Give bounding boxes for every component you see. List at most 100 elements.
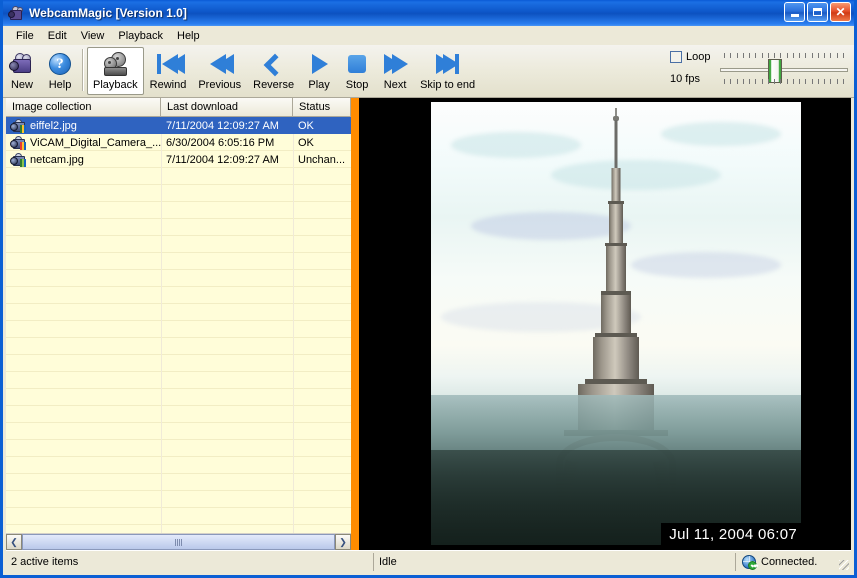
chevron-left-icon[interactable]: ❮: [6, 534, 22, 550]
toolbar-label-skip-to-end: Skip to end: [420, 79, 476, 91]
toolbar-separator-1: [82, 49, 84, 91]
toolbar-button-stop[interactable]: Stop: [338, 47, 376, 95]
skip-to-end-icon: [435, 51, 461, 77]
loop-checkbox[interactable]: [670, 51, 682, 63]
image-collection-list: Image collection Last download Status ei…: [6, 98, 351, 550]
scrollbar-thumb[interactable]: [22, 534, 335, 550]
toolbar-button-playback[interactable]: Playback: [87, 47, 144, 95]
row-status-cell: OK: [298, 136, 314, 149]
toolbar-button-new[interactable]: New: [3, 47, 41, 95]
pane-splitter[interactable]: [351, 98, 359, 550]
app-camcorder-icon: [8, 5, 24, 21]
toolbar-button-rewind[interactable]: Rewind: [144, 47, 193, 95]
toolbar-button-previous[interactable]: Previous: [192, 47, 247, 95]
toolbar-label-next: Next: [383, 79, 407, 91]
playback-options: Loop 10 fps: [648, 49, 848, 95]
menu-item-file[interactable]: File: [9, 28, 41, 44]
title-bar: WebcamMagic [Version 1.0] ✕: [3, 0, 854, 26]
reverse-icon: [261, 51, 287, 77]
toolbar-label-stop: Stop: [345, 79, 369, 91]
toolbar-button-skip-to-end[interactable]: Skip to end: [414, 47, 481, 95]
minimize-icon: [790, 14, 799, 17]
status-active-items: 2 active items: [6, 552, 374, 571]
menu-bar: File Edit View Playback Help: [3, 26, 854, 45]
row-name-cell: netcam.jpg: [6, 152, 161, 167]
menu-item-help[interactable]: Help: [170, 28, 207, 44]
fps-slider[interactable]: [718, 49, 848, 93]
timestamp-overlay: Jul 11, 2004 06:07: [661, 523, 801, 545]
toolbar-button-next[interactable]: Next: [376, 47, 414, 95]
toolbar-label-new: New: [10, 79, 33, 91]
fps-label: 10 fps: [670, 73, 700, 85]
webcam-item-icon: [10, 135, 26, 150]
slider-ticks-bottom: [724, 79, 844, 85]
loop-checkbox-row[interactable]: Loop: [670, 51, 710, 63]
table-row[interactable]: netcam.jpg 7/11/2004 12:09:27 AM Unchan.…: [6, 151, 351, 168]
list-rows: eiffel2.jpg 7/11/2004 12:09:27 AM OK ViC…: [6, 117, 351, 168]
previous-icon: [207, 51, 234, 77]
list-header: Image collection Last download Status: [6, 98, 351, 117]
list-horizontal-scrollbar[interactable]: ❮ ❯: [6, 533, 351, 550]
play-icon: [306, 51, 332, 77]
toolbar-button-play[interactable]: Play: [300, 47, 338, 95]
loop-label: Loop: [686, 51, 711, 63]
row-status-cell: OK: [298, 119, 314, 132]
list-body[interactable]: eiffel2.jpg 7/11/2004 12:09:27 AM OK ViC…: [6, 117, 351, 533]
timestamp-text: Jul 11, 2004 06:07: [669, 525, 797, 543]
status-state: Idle: [374, 552, 736, 571]
toolbar-label-playback: Playback: [93, 79, 138, 91]
status-connection: Connected.: [736, 553, 851, 571]
webcam-item-icon: [10, 152, 26, 167]
row-last-download-cell: 7/11/2004 12:09:27 AM: [166, 153, 279, 166]
maximize-button[interactable]: [807, 2, 828, 22]
slider-ticks-top: [724, 52, 844, 58]
toolbar-label-play: Play: [308, 79, 330, 91]
row-status-cell: Unchan...: [298, 153, 346, 166]
column-header-last-download[interactable]: Last download: [161, 98, 293, 116]
column-header-status[interactable]: Status: [293, 98, 351, 116]
rewind-icon: [155, 51, 185, 77]
close-icon: ✕: [835, 5, 846, 19]
row-last-download-cell: 6/30/2004 6:05:16 PM: [166, 136, 275, 149]
main-content: Image collection Last download Status ei…: [6, 98, 851, 550]
maximize-icon: [813, 8, 822, 16]
toolbar-button-help[interactable]: ? Help: [41, 47, 79, 95]
table-row[interactable]: eiffel2.jpg 7/11/2004 12:09:27 AM OK: [6, 117, 351, 134]
toolbar-label-rewind: Rewind: [149, 79, 187, 91]
slider-track[interactable]: [720, 68, 848, 72]
menu-item-view[interactable]: View: [74, 28, 112, 44]
toolbar-button-reverse[interactable]: Reverse: [247, 47, 300, 95]
row-name-text: netcam.jpg: [30, 153, 84, 166]
toolbar: New ? Help Playback Rewind Previous Reve…: [3, 45, 854, 98]
table-row[interactable]: ViCAM_Digital_Camera_... 6/30/2004 6:05:…: [6, 134, 351, 151]
row-name-cell: ViCAM_Digital_Camera_...: [6, 135, 161, 150]
globe-check-icon: [742, 554, 757, 570]
webcam-photo: Jul 11, 2004 06:07: [431, 102, 801, 545]
toolbar-label-previous: Previous: [198, 79, 242, 91]
close-button[interactable]: ✕: [830, 2, 851, 22]
toolbar-label-help: Help: [48, 79, 72, 91]
resize-grip-icon[interactable]: [839, 560, 849, 570]
minimize-button[interactable]: [784, 2, 805, 22]
webcam-item-icon: [10, 118, 26, 133]
chevron-right-icon[interactable]: ❯: [335, 534, 351, 550]
status-bar: 2 active items Idle Connected.: [6, 550, 851, 572]
window-controls: ✕: [784, 2, 851, 22]
column-header-image-collection[interactable]: Image collection: [6, 98, 161, 116]
window-title: WebcamMagic [Version 1.0]: [29, 6, 187, 20]
menu-item-playback[interactable]: Playback: [111, 28, 170, 44]
scrollbar-grip-icon: [175, 538, 182, 546]
question-circle-icon: ?: [47, 51, 73, 77]
status-connection-text: Connected.: [761, 555, 818, 568]
toolbar-label-reverse: Reverse: [253, 79, 295, 91]
row-last-download-cell: 7/11/2004 12:09:27 AM: [166, 119, 279, 132]
stop-icon: [344, 51, 370, 77]
image-viewer[interactable]: Jul 11, 2004 06:07: [359, 98, 851, 550]
list-gridlines: [6, 117, 351, 533]
film-projector-icon: [102, 51, 128, 77]
next-icon: [382, 51, 409, 77]
menu-item-edit[interactable]: Edit: [41, 28, 74, 44]
application-window: WebcamMagic [Version 1.0] ✕ File Edit Vi…: [0, 0, 857, 578]
scrollbar-trough[interactable]: [22, 534, 335, 550]
row-name-text: ViCAM_Digital_Camera_...: [30, 136, 161, 149]
